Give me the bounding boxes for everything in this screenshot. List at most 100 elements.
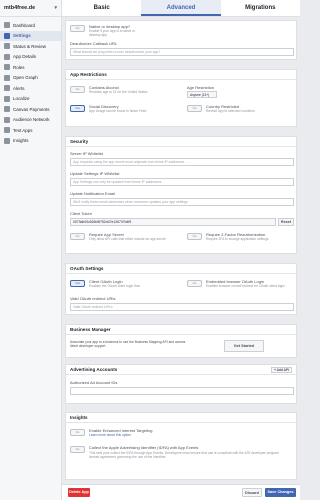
sidebar-item-label: Status & Review (13, 43, 47, 49)
sidebar-item-label: Alerts (13, 85, 25, 91)
require-2fa-toggle[interactable]: No (187, 233, 202, 240)
sidebar-item-localize[interactable]: Localize (0, 94, 61, 105)
sidebar-item-label: Roles (13, 64, 25, 70)
business-manager-card: Business Manager Associate your app to a… (65, 324, 297, 358)
section-header: App Restrictions (66, 70, 296, 80)
redirect-input[interactable]: Valid OAuth redirect URLs (70, 303, 294, 311)
sidebar-item-label: App Details (13, 54, 37, 60)
idfa-sub: This sets your collect the IDFA through … (89, 451, 279, 459)
sidebar-item-dashboard[interactable]: Dashboard (0, 20, 61, 31)
main-content: Basic Advanced Migrations No Native or d… (62, 0, 300, 500)
sidebar-item-roles[interactable]: Roles (0, 62, 61, 73)
section-title: Advertising Accounts (70, 367, 118, 372)
oauth-card: OAuth Settings Yes Client OAuth Login En… (65, 263, 297, 315)
section-header: Business Manager (66, 325, 296, 335)
deauth-label: Deauthorize Callback URL (70, 41, 118, 46)
footer-bar: Delete App Discard Save Changes (62, 484, 300, 500)
dashboard-icon (4, 22, 10, 29)
age-select[interactable]: Anyone (13+) (187, 91, 217, 98)
idfa-title: Collect the Apple Advertising Identifier… (89, 445, 199, 450)
tab-basic[interactable]: Basic (62, 0, 141, 16)
business-text: Associate your app to a business to use … (70, 340, 186, 348)
auth-ids-label: Authorized Ad Account IDs (70, 380, 118, 385)
sidebar-item-label: Localize (13, 96, 30, 102)
client-token-field: 0073db00c526b9f752d47e126737b4f9 (70, 218, 276, 226)
plus-icon: + (274, 367, 276, 372)
sidebar-item-label: Audience Network (13, 117, 50, 123)
client-token-label: Client Token (70, 211, 92, 216)
tab-advanced[interactable]: Advanced (141, 0, 221, 16)
sidebar-item-label: Open Graph (13, 75, 38, 81)
payment-icon (4, 106, 10, 113)
save-changes-button[interactable]: Save Changes (265, 488, 296, 497)
update-ip-input[interactable]: App Settings can only be updated from th… (70, 178, 294, 186)
get-started-button[interactable]: Get Started (224, 340, 264, 352)
globe-icon (4, 95, 10, 102)
app-restrictions-card: App Restrictions No Contains Alcohol Res… (65, 69, 297, 127)
alcohol-toggle[interactable]: No (70, 86, 85, 93)
social-discovery-toggle[interactable]: Yes (70, 105, 85, 112)
redirect-label: Valid OAuth redirect URIs (70, 296, 116, 301)
client-oauth-sub: Enables the OAuth client login flow (89, 284, 140, 288)
section-header: Advertising Accounts + Add API (66, 365, 296, 375)
check-icon (4, 43, 10, 50)
idfa-toggle[interactable]: No (70, 446, 85, 453)
notif-email-input[interactable]: We'll notify these email addresses when … (70, 198, 294, 206)
sidebar-item-canvas-payments[interactable]: Canvas Payments (0, 104, 61, 115)
sidebar-item-label: Dashboard (13, 22, 36, 28)
chart-icon (4, 137, 10, 144)
sidebar-item-app-details[interactable]: App Details (0, 52, 61, 63)
country-sub: Restrict app to selected countries (206, 109, 255, 113)
client-oauth-toggle[interactable]: Yes (70, 280, 85, 287)
chevron-down-icon: ▾ (54, 5, 57, 11)
add-api-button[interactable]: + Add API (271, 366, 292, 373)
native-app-toggle[interactable]: No (70, 25, 85, 32)
sidebar-item-audience-network[interactable]: Audience Network (0, 115, 61, 126)
sidebar-item-label: Settings (13, 33, 31, 39)
embedded-oauth-sub: Enables browser control redirect for OAu… (206, 284, 285, 288)
reset-button[interactable]: Reset (278, 218, 294, 226)
app-selector[interactable]: mtb4free.de ▾ (0, 0, 61, 17)
security-card: Security Server IP Whitelist App request… (65, 136, 297, 254)
sidebar-item-status-review[interactable]: Status & Review (0, 41, 61, 52)
sidebar-item-label: Canvas Payments (13, 106, 50, 112)
sidebar-item-open-graph[interactable]: Open Graph (0, 73, 61, 84)
server-ip-input[interactable]: App requests using the app secret must o… (70, 158, 294, 166)
section-header: OAuth Settings (66, 264, 296, 274)
notif-email-label: Update Notification Email (70, 191, 115, 196)
test-icon (4, 127, 10, 134)
tab-migrations[interactable]: Migrations (221, 0, 300, 16)
sidebar-item-insights[interactable]: Insights (0, 136, 61, 147)
country-toggle[interactable]: No (187, 105, 202, 112)
people-icon (4, 64, 10, 71)
native-app-card: No Native or desktop app? Enable if your… (65, 20, 297, 60)
audience-icon (4, 116, 10, 123)
graph-icon (4, 74, 10, 81)
alcohol-sub: Restricts age to 21 for the United State… (89, 90, 148, 94)
require-secret-toggle[interactable]: No (70, 233, 85, 240)
deauth-input[interactable]: What should we ping when a user deauthor… (70, 48, 294, 56)
discard-button[interactable]: Discard (242, 488, 262, 497)
server-ip-label: Server IP Whitelist (70, 151, 103, 156)
auth-ids-input[interactable] (70, 387, 294, 395)
update-ip-label: Update Settings IP Whitelist (70, 171, 120, 176)
tab-bar: Basic Advanced Migrations (62, 0, 300, 17)
native-app-sub: Enable if your app is a native or deskto… (89, 29, 136, 37)
enhanced-learn-more[interactable]: Learn more about this option (89, 433, 131, 437)
sidebar-item-label: Test Apps (13, 127, 33, 133)
age-label: Age Restriction (187, 85, 215, 90)
social-sub: App Usage can be found in News Feed (89, 109, 147, 113)
sidebar-item-settings[interactable]: Settings (0, 30, 61, 41)
sidebar-item-test-apps[interactable]: Test Apps (0, 125, 61, 136)
sidebar: mtb4free.de ▾ Dashboard Settings Status … (0, 0, 62, 500)
enhanced-targeting-toggle[interactable]: No (70, 429, 85, 436)
embedded-oauth-toggle[interactable]: No (187, 280, 202, 287)
advertising-card: Advertising Accounts + Add API Authorize… (65, 364, 297, 404)
sidebar-item-alerts[interactable]: Alerts (0, 83, 61, 94)
bell-icon (4, 85, 10, 92)
require-2fa-sub: Require 2FA to change application settin… (206, 237, 269, 241)
delete-app-button[interactable]: Delete App (68, 488, 90, 497)
app-name: mtb4free.de (4, 5, 36, 11)
insights-card: Insights No Enable Enhanced Interest Tar… (65, 412, 297, 480)
section-header: Security (66, 137, 296, 147)
